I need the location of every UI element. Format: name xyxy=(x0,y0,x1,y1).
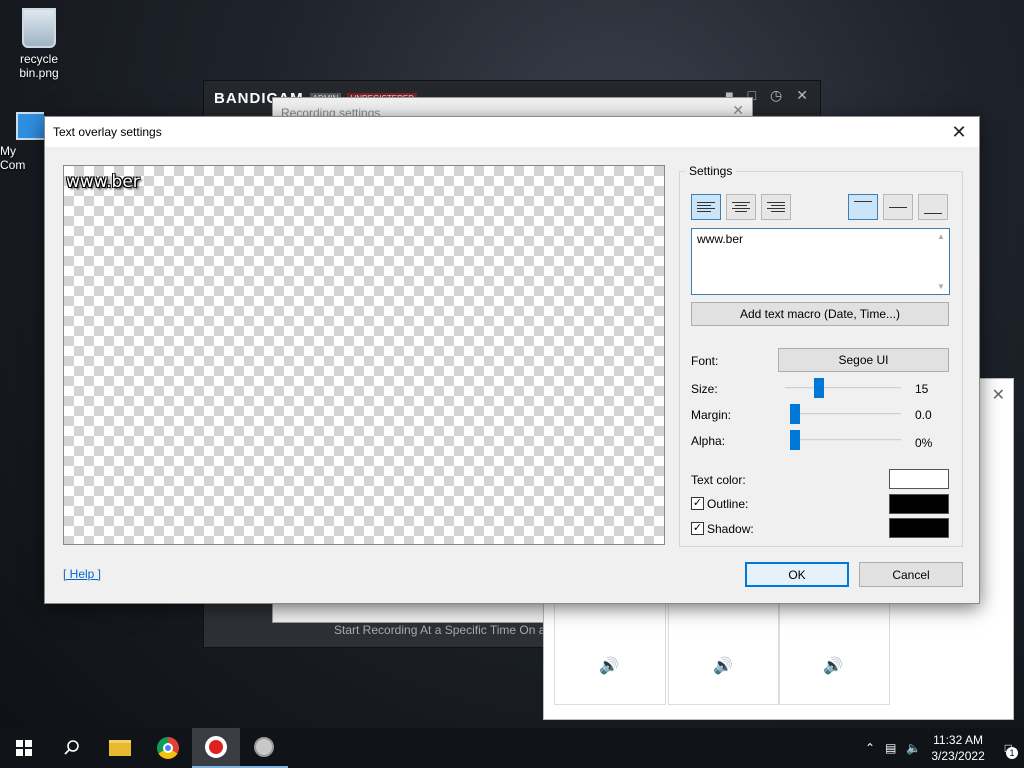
shadow-color-swatch[interactable] xyxy=(889,518,949,538)
close-icon[interactable]: ✕ xyxy=(947,121,971,143)
speaker-icon[interactable]: 🔊 xyxy=(823,656,843,676)
outline-color-swatch[interactable] xyxy=(889,494,949,514)
volume-icon[interactable]: 🔈 xyxy=(906,741,921,755)
notification-count: 1 xyxy=(1006,747,1018,759)
font-label: Font: xyxy=(691,354,719,368)
margin-slider[interactable] xyxy=(790,404,901,424)
recycle-bin-icon xyxy=(22,8,56,48)
clock-date: 3/23/2022 xyxy=(931,749,985,763)
alpha-slider[interactable] xyxy=(790,430,901,450)
shadow-checkbox[interactable]: ✓ xyxy=(691,522,704,535)
dialog-titlebar: Text overlay settings xyxy=(45,117,979,147)
text-color-label: Text color: xyxy=(691,473,746,487)
windows-icon xyxy=(16,740,32,756)
align-right-button[interactable] xyxy=(761,194,791,220)
clock[interactable]: 11:32 AM 3/23/2022 xyxy=(931,732,984,764)
scroll-up-icon[interactable]: ▲ xyxy=(934,232,948,241)
valign-bottom-button[interactable] xyxy=(918,194,948,220)
network-icon[interactable]: ▤ xyxy=(885,741,896,755)
record-icon xyxy=(205,736,227,758)
overlay-text-field[interactable] xyxy=(692,229,932,293)
outline-label: Outline: xyxy=(707,497,749,511)
cancel-button[interactable]: Cancel xyxy=(859,562,963,587)
alpha-slider-thumb[interactable] xyxy=(790,430,800,450)
speaker-icon[interactable]: 🔊 xyxy=(599,656,619,676)
desktop-icon-my-computer[interactable]: My Com xyxy=(0,112,44,172)
align-center-button[interactable] xyxy=(726,194,756,220)
start-button[interactable] xyxy=(0,728,48,768)
font-select-button[interactable]: Segoe UI xyxy=(778,348,949,372)
alpha-slider-track xyxy=(790,439,901,441)
ok-button[interactable]: OK xyxy=(745,562,849,587)
file-explorer-button[interactable] xyxy=(96,728,144,768)
taskbar: ⌃ ▤ 🔈 11:32 AM 3/23/2022 □1 xyxy=(0,728,1024,768)
system-tray: ⌃ ▤ 🔈 11:32 AM 3/23/2022 □1 xyxy=(865,728,1024,768)
clock-icon[interactable]: ◷ xyxy=(770,87,782,104)
size-label: Size: xyxy=(691,382,718,396)
align-left-button[interactable] xyxy=(691,194,721,220)
bandicam-taskbar-button[interactable] xyxy=(192,728,240,768)
margin-label: Margin: xyxy=(691,408,732,422)
shadow-label: Shadow: xyxy=(707,522,754,536)
scroll-down-icon[interactable]: ▼ xyxy=(934,282,948,291)
search-icon xyxy=(64,740,79,755)
margin-slider-track xyxy=(790,413,901,415)
settings-group-label: Settings xyxy=(685,164,737,178)
preview-text: www.ber xyxy=(66,172,140,192)
text-overlay-dialog: Text overlay settings ✕ www.ber Settings… xyxy=(44,116,980,604)
overlay-preview: www.ber xyxy=(63,165,665,545)
alpha-value: 0% xyxy=(915,436,933,450)
chevron-up-icon[interactable]: ⌃ xyxy=(865,741,875,755)
overlay-text-field-wrap: ▲ ▼ xyxy=(691,228,950,295)
margin-value: 0.0 xyxy=(915,408,932,422)
notification-icon[interactable]: □1 xyxy=(1005,741,1018,759)
valign-middle-button[interactable] xyxy=(883,194,913,220)
my-computer-label: My Com xyxy=(0,144,26,172)
text-color-swatch[interactable] xyxy=(889,469,949,489)
recycle-bin-label: recycle bin.png xyxy=(19,52,59,80)
margin-slider-thumb[interactable] xyxy=(790,404,800,424)
bandicam-close-icon[interactable]: ✕ xyxy=(796,87,808,104)
folder-icon xyxy=(109,740,131,756)
chrome-button[interactable] xyxy=(144,728,192,768)
alpha-label: Alpha: xyxy=(691,434,726,448)
clock-time: 11:32 AM xyxy=(933,733,983,747)
size-slider-track xyxy=(785,387,901,389)
valign-top-button[interactable] xyxy=(848,194,878,220)
speaker-icon[interactable]: 🔊 xyxy=(713,656,733,676)
size-slider-thumb[interactable] xyxy=(813,378,824,398)
add-text-macro-button[interactable]: Add text macro (Date, Time...) xyxy=(691,302,949,326)
volume-panel-close-icon[interactable]: ✕ xyxy=(992,385,1005,405)
size-slider[interactable] xyxy=(785,378,901,398)
help-link[interactable]: [ Help ] xyxy=(63,567,101,581)
text-scrollbar[interactable]: ▲ ▼ xyxy=(934,230,948,293)
search-button[interactable] xyxy=(48,728,96,768)
disc-icon xyxy=(254,737,274,757)
computer-icon xyxy=(16,112,44,140)
dialog-title: Text overlay settings xyxy=(53,125,162,139)
chrome-icon xyxy=(157,737,179,759)
outline-checkbox[interactable]: ✓ xyxy=(691,497,704,510)
desktop-icon-recycle-bin[interactable]: recycle bin.png xyxy=(4,8,74,80)
app-taskbar-button[interactable] xyxy=(240,728,288,768)
size-value: 15 xyxy=(915,382,929,396)
